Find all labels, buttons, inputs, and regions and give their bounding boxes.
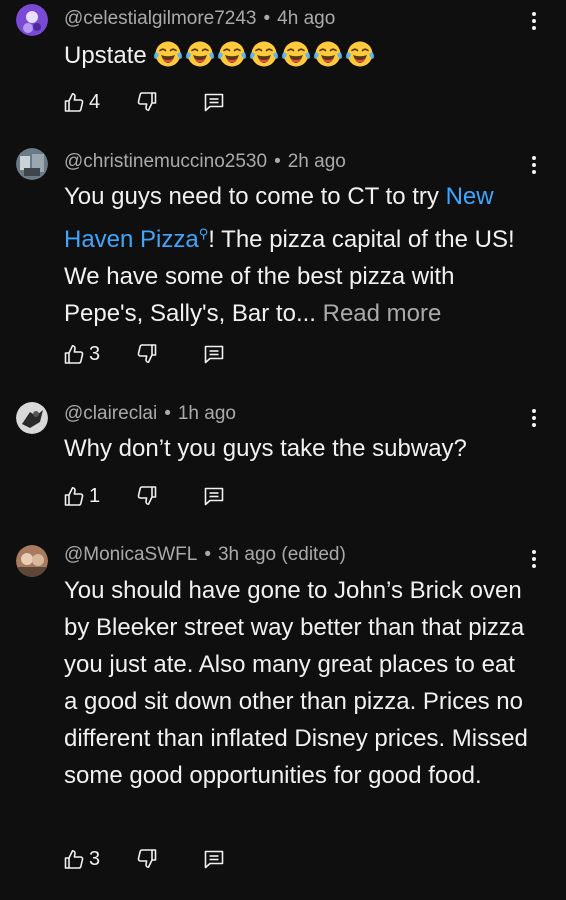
like-button[interactable]: 1 <box>62 482 100 510</box>
like-button[interactable]: 4 <box>62 88 100 116</box>
thumbs-down-icon <box>137 849 157 869</box>
comment-text-content: Upstate <box>64 42 147 69</box>
comment-text: You should have gone to John’s Brick ove… <box>64 572 534 794</box>
more-options-button[interactable] <box>522 8 546 38</box>
meta-separator: • <box>204 544 211 565</box>
more-vertical-icon <box>532 156 536 174</box>
tears-of-joy-emoji <box>249 40 280 68</box>
comment-text-content: You should have gone to John’s Brick ove… <box>64 577 528 789</box>
comment-actions: 3 <box>62 340 262 368</box>
like-count: 1 <box>89 485 101 507</box>
more-vertical-icon <box>532 409 536 427</box>
thumbs-down-icon <box>137 344 157 364</box>
comment-meta: @christinemuccino2530 • 2h ago <box>64 150 346 174</box>
reply-icon <box>204 487 224 506</box>
avatar[interactable] <box>16 4 48 36</box>
tears-of-joy-emoji <box>185 40 216 68</box>
comment-author[interactable]: @christinemuccino2530 <box>64 151 267 172</box>
comment-time[interactable]: 3h ago (edited) <box>218 544 346 565</box>
comment-meta: @celestialgilmore7243 • 4h ago <box>64 7 335 31</box>
reply-icon <box>204 345 224 364</box>
meta-separator: • <box>274 151 281 172</box>
meta-separator: • <box>263 8 271 29</box>
more-vertical-icon <box>532 550 536 568</box>
thumbs-down-icon <box>137 486 157 506</box>
thumbs-up-icon <box>64 849 84 869</box>
like-button[interactable]: 3 <box>62 845 100 873</box>
comment-text-content: Why don’t you guys take the subway? <box>64 435 467 462</box>
meta-separator: • <box>164 403 171 424</box>
avatar[interactable] <box>16 148 48 180</box>
comment-actions: 4 <box>62 88 262 116</box>
comment-actions: 1 <box>62 482 262 510</box>
like-count: 3 <box>89 848 101 870</box>
reply-icon <box>204 93 224 112</box>
comment-text: Upstate <box>64 37 534 74</box>
read-more-link[interactable]: Read more <box>323 300 442 327</box>
comment-time[interactable]: 1h ago <box>178 403 236 424</box>
avatar[interactable] <box>16 402 48 434</box>
reply-button[interactable] <box>202 845 226 873</box>
comment-time[interactable]: 4h ago <box>277 8 335 29</box>
comment-actions: 3 <box>62 845 262 873</box>
like-count: 3 <box>89 343 101 365</box>
tears-of-joy-emoji <box>313 40 344 68</box>
comment-text: You guys need to come to CT to try New H… <box>64 178 534 332</box>
tears-of-joy-emoji <box>345 40 376 68</box>
comment-meta: @MonicaSWFL • 3h ago (edited) <box>64 543 346 567</box>
thumbs-up-icon <box>64 486 84 506</box>
dislike-button[interactable] <box>135 482 159 510</box>
like-count: 4 <box>89 91 101 113</box>
comment-meta: @claireclai • 1h ago <box>64 402 236 426</box>
dislike-button[interactable] <box>135 88 159 116</box>
dislike-button[interactable] <box>135 340 159 368</box>
emoji-row <box>153 40 377 69</box>
avatar[interactable] <box>16 545 48 577</box>
comment-text: Why don’t you guys take the subway? <box>64 430 534 467</box>
comment-text-before-link: You guys need to come to CT to try <box>64 183 446 210</box>
tears-of-joy-emoji <box>217 40 248 68</box>
tears-of-joy-emoji <box>281 40 312 68</box>
reply-button[interactable] <box>202 482 226 510</box>
search-icon[interactable]: ⚲ <box>199 226 209 241</box>
tears-of-joy-emoji <box>153 40 184 68</box>
comment-author[interactable]: @claireclai <box>64 403 157 424</box>
dislike-button[interactable] <box>135 845 159 873</box>
thumbs-up-icon <box>64 344 84 364</box>
like-button[interactable]: 3 <box>62 340 100 368</box>
reply-button[interactable] <box>202 340 226 368</box>
comment-time[interactable]: 2h ago <box>288 151 346 172</box>
thumbs-down-icon <box>137 92 157 111</box>
reply-icon <box>204 850 224 869</box>
reply-button[interactable] <box>202 88 226 116</box>
comment-author[interactable]: @celestialgilmore7243 <box>64 8 257 29</box>
thumbs-up-icon <box>64 93 84 112</box>
more-vertical-icon <box>532 12 536 30</box>
comment-author[interactable]: @MonicaSWFL <box>64 544 197 565</box>
